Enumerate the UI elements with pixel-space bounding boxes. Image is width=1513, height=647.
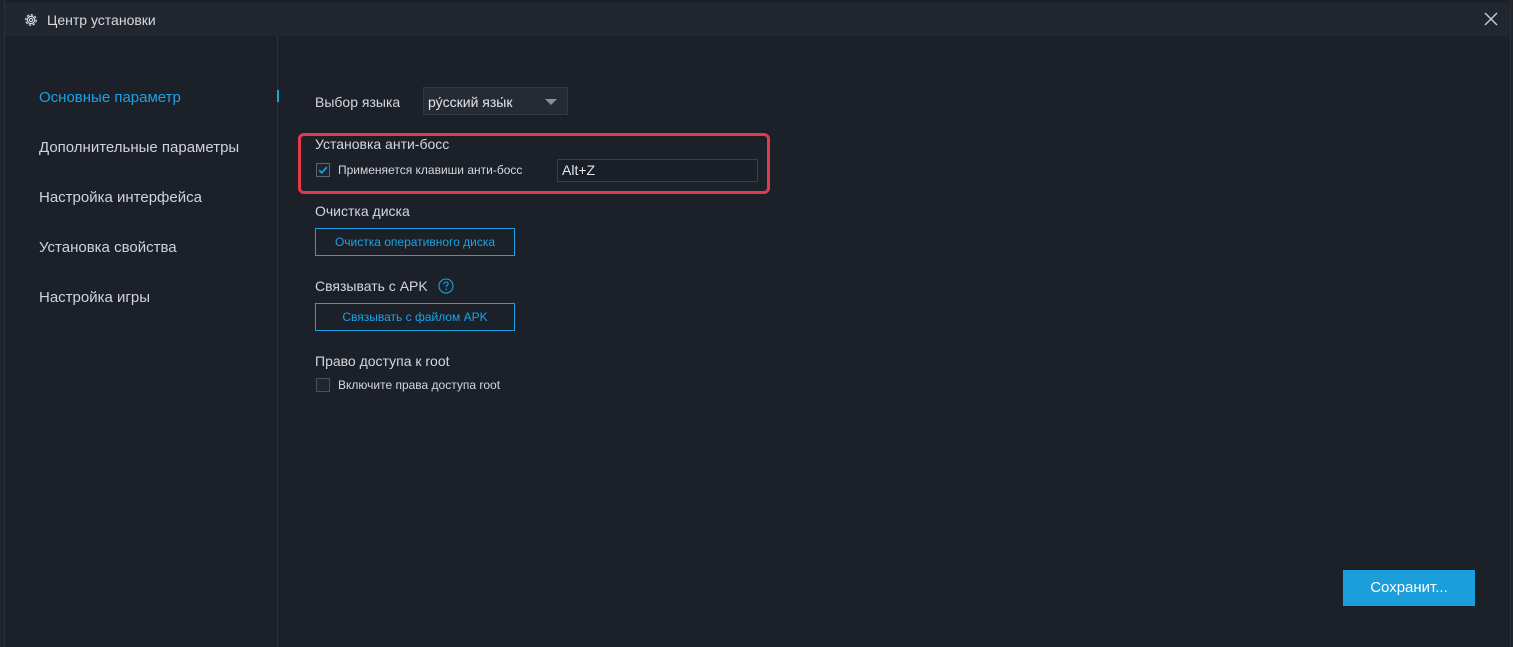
settings-sidebar: Основные параметр Дополнительные парамет… bbox=[5, 36, 279, 647]
root-section-title: Право доступа к root bbox=[315, 353, 450, 369]
close-icon[interactable] bbox=[1480, 8, 1502, 30]
language-select-value: ру́сский язы́к bbox=[428, 94, 513, 110]
help-icon[interactable] bbox=[438, 278, 454, 294]
sidebar-item-properties[interactable]: Установка свойства bbox=[39, 238, 177, 258]
sidebar-item-basic[interactable]: Основные параметр bbox=[39, 88, 181, 108]
active-tab-indicator bbox=[277, 90, 279, 102]
gear-icon bbox=[25, 14, 37, 26]
settings-window: Центр установки Основные параметр Дополн… bbox=[4, 0, 1511, 647]
language-select[interactable]: ру́сский язы́к bbox=[423, 87, 568, 115]
disk-section-title: Очистка диска bbox=[315, 203, 410, 219]
antiboss-checkbox[interactable] bbox=[316, 163, 330, 177]
bind-apk-button[interactable]: Связывать с файлом APK bbox=[315, 303, 515, 331]
checkmark-icon bbox=[318, 166, 328, 175]
sidebar-item-interface[interactable]: Настройка интерфейса bbox=[39, 188, 202, 208]
apk-section-title: Связывать с APK bbox=[315, 278, 428, 294]
title-bar: Центр установки bbox=[5, 3, 1510, 36]
antiboss-section-title: Установка анти-босс bbox=[315, 136, 450, 152]
antiboss-checkbox-label: Применяется клавиши анти-босс bbox=[338, 163, 523, 177]
chevron-down-icon bbox=[545, 99, 557, 105]
antiboss-hotkey-input[interactable]: Alt+Z bbox=[557, 159, 758, 182]
root-access-checkbox-label: Включите права доступа root bbox=[338, 378, 501, 392]
clear-ram-disk-button[interactable]: Очистка оперативного диска bbox=[315, 228, 515, 256]
save-button[interactable]: Сохранит... bbox=[1343, 570, 1475, 606]
window-title: Центр установки bbox=[47, 12, 156, 28]
sidebar-item-advanced[interactable]: Дополнительные параметры bbox=[39, 138, 239, 158]
language-label: Выбор языка bbox=[315, 94, 401, 110]
root-access-checkbox[interactable] bbox=[316, 378, 330, 392]
sidebar-item-game[interactable]: Настройка игры bbox=[39, 288, 150, 308]
